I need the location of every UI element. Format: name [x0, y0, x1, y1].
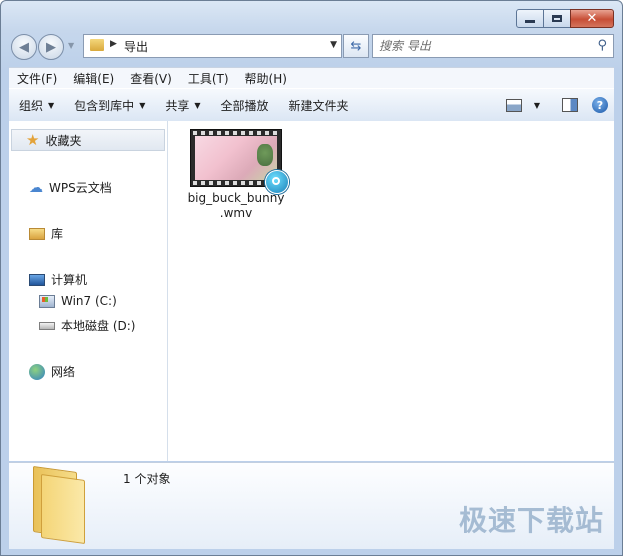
file-list: big_buck_bunny .wmv — [168, 121, 614, 461]
search-icon[interactable]: ⚲ — [597, 38, 607, 53]
help-icon[interactable]: ? — [592, 97, 608, 113]
menu-bar: 文件(F) 编辑(E) 查看(V) 工具(T) 帮助(H) — [9, 67, 614, 89]
file-name: big_buck_bunny .wmv — [186, 191, 286, 221]
recent-pages-dropdown[interactable]: ▼ — [68, 41, 74, 50]
computer-icon — [29, 273, 45, 286]
hard-drive-icon — [39, 321, 55, 330]
menu-edit[interactable]: 编辑(E) — [65, 70, 122, 87]
chevron-down-icon: ▼ — [194, 100, 201, 110]
close-button[interactable]: ✕ — [570, 9, 614, 28]
sidebar-item-label: WPS云文档 — [49, 181, 112, 195]
library-icon — [29, 227, 45, 240]
file-item[interactable]: big_buck_bunny .wmv — [186, 129, 289, 221]
film-strip-top — [193, 131, 279, 135]
menu-file[interactable]: 文件(F) — [9, 70, 65, 87]
chevron-down-icon: ▼ — [48, 100, 55, 110]
back-button[interactable]: ◀ — [11, 34, 37, 60]
site-watermark: 极速下载站 — [458, 504, 604, 537]
folder-icon — [33, 465, 85, 545]
sidebar-item-label: 本地磁盘 (D:) — [61, 319, 136, 333]
command-bar: 组织 ▼ 包含到库中 ▼ 共享 ▼ 全部播放 新建文件夹 ▼ ? — [9, 88, 614, 122]
address-dropdown[interactable]: ▼ — [330, 40, 337, 50]
file-name-line1: big_buck_bunny — [187, 191, 285, 205]
file-name-line2: .wmv — [219, 206, 253, 220]
play-all-button[interactable]: 全部播放 — [211, 97, 279, 114]
sidebar-item-wps-cloud[interactable]: ☁ WPS云文档 — [29, 179, 112, 196]
sidebar-item-favorites[interactable]: ★ 收藏夹 — [11, 129, 165, 151]
refresh-button[interactable]: ⇆ — [343, 34, 369, 58]
details-pane: 1 个对象 极速下载站 — [9, 462, 614, 549]
sidebar-item-drive-d[interactable]: 本地磁盘 (D:) — [39, 317, 135, 334]
share-button[interactable]: 共享 ▼ — [155, 97, 210, 114]
include-in-library-button[interactable]: 包含到库中 ▼ — [64, 97, 155, 114]
views-dropdown-icon[interactable]: ▼ — [534, 101, 540, 110]
command-bar-right: ▼ ? — [505, 89, 608, 121]
minimize-icon — [525, 20, 535, 23]
explorer-window: ✕ ◀ ▶ ▼ ▶ 导出 ▼ ⇆ ⚲ 文件(F) 编辑(E) 查看(V) 工具(… — [0, 0, 623, 556]
sidebar-item-drive-c[interactable]: Win7 (C:) — [39, 294, 117, 308]
new-folder-button[interactable]: 新建文件夹 — [279, 97, 359, 114]
menu-view[interactable]: 查看(V) — [122, 70, 180, 87]
sidebar-item-label: 计算机 — [51, 273, 88, 287]
menu-tools[interactable]: 工具(T) — [180, 70, 237, 87]
chevron-down-icon: ▼ — [139, 100, 146, 110]
cloud-icon: ☁ — [29, 179, 43, 196]
star-icon: ★ — [26, 131, 40, 149]
preview-pane-icon[interactable] — [562, 98, 578, 112]
sidebar-item-label: 网络 — [51, 365, 76, 379]
minimize-button[interactable] — [516, 9, 544, 28]
arrow-left-icon: ◀ — [19, 39, 29, 55]
video-thumbnail — [190, 129, 289, 194]
item-count: 1 个对象 — [123, 472, 171, 486]
maximize-button[interactable] — [543, 9, 571, 28]
arrow-right-icon: ▶ — [46, 39, 56, 55]
media-player-badge-icon — [265, 170, 289, 194]
sidebar-item-label: 库 — [51, 227, 64, 241]
include-in-library-label: 包含到库中 — [74, 98, 135, 113]
play-all-label: 全部播放 — [220, 98, 269, 113]
sidebar-item-label: Win7 (C:) — [61, 294, 117, 308]
organize-label: 组织 — [19, 98, 44, 113]
folder-icon — [90, 39, 104, 51]
organize-button[interactable]: 组织 ▼ — [9, 97, 64, 114]
menu-help[interactable]: 帮助(H) — [237, 70, 295, 87]
views-icon[interactable] — [505, 98, 522, 112]
breadcrumb-chevron-icon[interactable]: ▶ — [110, 39, 117, 49]
breadcrumb-current[interactable]: 导出 — [124, 38, 148, 55]
refresh-icon: ⇆ — [350, 38, 362, 54]
share-label: 共享 — [165, 98, 190, 113]
close-icon: ✕ — [586, 11, 598, 26]
maximize-icon — [552, 15, 562, 22]
search-input[interactable] — [377, 37, 586, 55]
sidebar-item-libraries[interactable]: 库 — [29, 225, 63, 242]
sidebar-item-label: 收藏夹 — [45, 133, 82, 148]
new-folder-label: 新建文件夹 — [288, 98, 349, 113]
network-icon — [29, 363, 45, 380]
video-frame-tree — [257, 144, 273, 166]
forward-button[interactable]: ▶ — [38, 34, 64, 60]
sidebar-item-computer[interactable]: 计算机 — [29, 271, 87, 288]
system-drive-icon — [39, 294, 55, 308]
search-box[interactable]: ⚲ — [372, 34, 614, 58]
sidebar-item-network[interactable]: 网络 — [29, 363, 75, 380]
caption-buttons: ✕ — [516, 9, 614, 28]
address-bar[interactable]: ▶ 导出 ▼ — [83, 34, 342, 58]
navigation-bar: ◀ ▶ ▼ ▶ 导出 ▼ ⇆ ⚲ — [9, 33, 614, 60]
navigation-pane: ★ 收藏夹 ☁ WPS云文档 库 计算机 Win7 (C:) 本地磁盘 (D:)… — [9, 121, 168, 461]
